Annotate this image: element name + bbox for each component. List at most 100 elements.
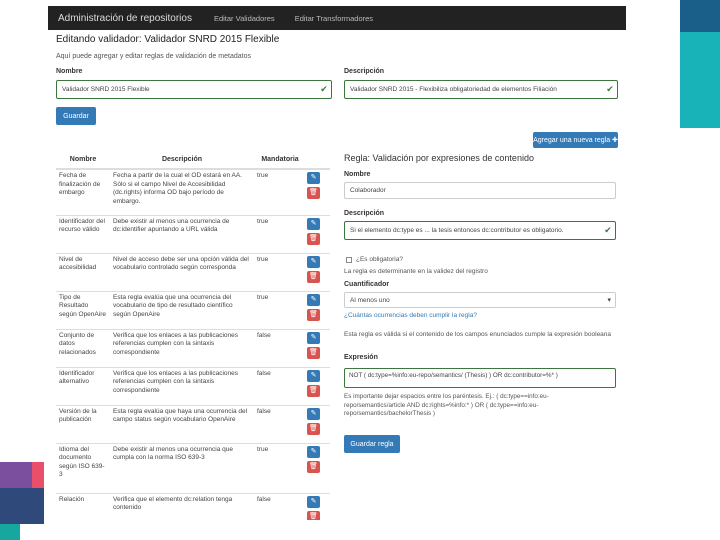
trash-icon[interactable]: 🗑 [307, 232, 320, 245]
validator-name-value: Validador SNRD 2015 Flexible [62, 86, 150, 93]
rule-name-input[interactable]: Colaborador [344, 182, 616, 199]
cell-actions: ✎ 🗑 [306, 442, 330, 493]
page-title: Editando validador: Validador SNRD 2015 … [56, 34, 280, 45]
page-subtitle: Aquí puede agregar y editar reglas de va… [56, 53, 251, 60]
edit-icon[interactable]: ✎ [307, 495, 320, 508]
edit-icon[interactable]: ✎ [307, 331, 320, 344]
cell-actions: ✎ 🗑 [306, 492, 330, 520]
decorative-block [0, 488, 44, 524]
expression-label: Expresión [344, 354, 378, 361]
cell-mandatory: true [254, 168, 306, 215]
rule-name-label: Nombre [344, 171, 371, 178]
save-button[interactable]: Guardar [56, 107, 96, 125]
table-row: Nivel de accesibilidad Nivel de acceso d… [56, 252, 330, 291]
table-header-row: Nombre Descripción Mandatoria [56, 151, 330, 170]
rules-table: Nombre Descripción Mandatoria Fecha de f… [56, 151, 330, 520]
rule-panel-title: Regla: Validación por expresiones de con… [344, 153, 534, 163]
trash-icon[interactable]: 🗑 [307, 308, 320, 321]
expression-textarea[interactable]: NOT ( dc:type=%info:eu-repo/semantics/ (… [344, 368, 616, 388]
col-header-name[interactable]: Nombre [56, 151, 110, 170]
validator-name-input[interactable]: Validador SNRD 2015 Flexible ✔ [56, 80, 332, 99]
table-row: Identificador alternativo Verifica que l… [56, 366, 330, 405]
cell-description: Esta regla evalúa que una ocurrencia del… [110, 290, 254, 329]
cell-mandatory: true [254, 290, 306, 329]
quantifier-select[interactable]: Al menos uno ▾ [344, 292, 616, 308]
cell-mandatory: false [254, 492, 306, 520]
mandatory-checkbox[interactable] [346, 257, 352, 263]
check-icon: ✔ [604, 225, 612, 235]
table-row: Versión de la publicación Esta regla eva… [56, 404, 330, 443]
rule-description-label: Descripción [344, 210, 385, 217]
trash-icon[interactable]: 🗑 [307, 346, 320, 359]
cell-description: Verifica que los enlaces a las publicaci… [110, 328, 254, 367]
cell-name: Nivel de accesibilidad [56, 252, 110, 291]
trash-icon[interactable]: 🗑 [307, 384, 320, 397]
edit-icon[interactable]: ✎ [307, 445, 320, 458]
cell-actions: ✎ 🗑 [306, 328, 330, 367]
quantifier-help: ¿Cuántas ocurrencias deben cumplir la re… [344, 312, 477, 319]
edit-icon[interactable]: ✎ [307, 255, 320, 268]
cell-description: Nivel de acceso debe ser una opción váli… [110, 252, 254, 291]
edit-icon[interactable]: ✎ [307, 407, 320, 420]
check-icon: ✔ [320, 84, 328, 94]
rule-name-value: Colaborador [350, 187, 386, 194]
cell-name: Relación [56, 492, 110, 520]
table-row: Conjunto de datos relacionados Verifica … [56, 328, 330, 367]
table-row: Identificador del recurso válido Debe ex… [56, 214, 330, 253]
edit-icon[interactable]: ✎ [307, 293, 320, 306]
col-header-actions [306, 151, 330, 170]
validator-description-input[interactable]: Validador SNRD 2015 - Flexibiliza obliga… [344, 80, 618, 99]
slide: Administración de repositorios Editar Va… [0, 0, 720, 540]
cell-name: Versión de la publicación [56, 404, 110, 443]
edit-icon[interactable]: ✎ [307, 369, 320, 382]
validator-description-value: Validador SNRD 2015 - Flexibiliza obliga… [350, 86, 557, 93]
cell-mandatory: false [254, 366, 306, 405]
cell-description: Debe existir al menos una ocurrencia que… [110, 442, 254, 493]
quantifier-value: Al menos uno [350, 296, 390, 304]
cell-mandatory: false [254, 404, 306, 443]
save-rule-button[interactable]: Guardar regla [344, 435, 400, 453]
cell-description: Fecha a partir de la cual el OD estará e… [110, 168, 254, 215]
cell-name: Tipo de Resultado según OpenAire [56, 290, 110, 329]
rule-description-value: Si el elemento dc:type es ... la tesis e… [350, 227, 564, 234]
trash-icon[interactable]: 🗑 [307, 270, 320, 283]
check-icon: ✔ [606, 84, 614, 94]
decorative-block [680, 0, 720, 32]
col-header-mandatory[interactable]: Mandatoria [254, 151, 306, 170]
cell-actions: ✎ 🗑 [306, 214, 330, 253]
trash-icon[interactable]: 🗑 [307, 187, 320, 199]
table-row: Relación Verifica que el elemento dc:rel… [56, 492, 330, 520]
cell-description: Esta regla evalúa que haya una ocurrenci… [110, 404, 254, 443]
rule-description-input[interactable]: Si el elemento dc:type es ... la tesis e… [344, 221, 616, 240]
table-row: Idioma del documento según ISO 639-3 Deb… [56, 442, 330, 493]
nav-link-edit-validators[interactable]: Editar Validadores [214, 14, 275, 23]
decorative-block [32, 462, 44, 488]
navbar-brand[interactable]: Administración de repositorios [58, 13, 192, 24]
cell-actions: ✎ 🗑 [306, 366, 330, 405]
cell-name: Identificador alternativo [56, 366, 110, 405]
decorative-block [0, 462, 32, 488]
cell-mandatory: true [254, 252, 306, 291]
mandatory-label: ¿Es obligatoria? [356, 256, 403, 263]
quantifier-label: Cuantificador [344, 281, 390, 288]
cell-mandatory: true [254, 442, 306, 493]
cell-description: Verifica que el elemento dc:relation ten… [110, 492, 254, 520]
decorative-block [0, 524, 20, 540]
cell-name: Identificador del recurso válido [56, 214, 110, 253]
trash-icon[interactable]: 🗑 [307, 460, 320, 473]
edit-icon[interactable]: ✎ [307, 217, 320, 230]
table-row: Fecha de finalización de embargo Fecha a… [56, 168, 330, 215]
nav-link-edit-transformers[interactable]: Editar Transformadores [295, 14, 373, 23]
decorative-block [680, 32, 720, 128]
cell-name: Fecha de finalización de embargo [56, 168, 110, 215]
edit-icon[interactable]: ✎ [307, 172, 320, 184]
col-header-description[interactable]: Descripción [110, 151, 254, 170]
cell-actions: ✎ 🗑 [306, 168, 330, 215]
expression-help: Es importante dejar espacios entre los p… [344, 393, 549, 417]
trash-icon[interactable]: 🗑 [307, 510, 320, 520]
trash-icon[interactable]: 🗑 [307, 422, 320, 435]
cell-actions: ✎ 🗑 [306, 252, 330, 291]
add-rule-button[interactable]: Agregar una nueva regla ✚ [533, 132, 618, 148]
description-label: Descripción [344, 68, 385, 75]
cell-actions: ✎ 🗑 [306, 290, 330, 329]
